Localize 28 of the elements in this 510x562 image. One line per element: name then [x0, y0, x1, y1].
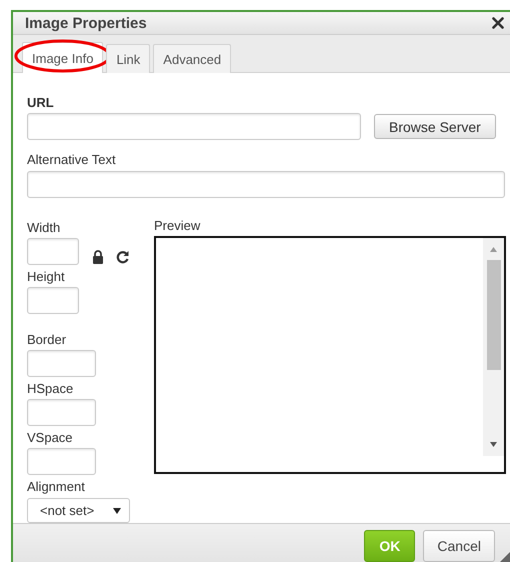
tab[interactable]: Advanced — [153, 44, 232, 73]
dialog-title: Image Properties — [25, 14, 147, 32]
spacing-field[interactable] — [27, 399, 96, 426]
close-icon[interactable] — [492, 17, 504, 29]
tab[interactable]: Link — [106, 44, 150, 73]
spacing-field[interactable] — [27, 448, 96, 475]
size-field[interactable] — [27, 287, 79, 314]
field-label: Alignment — [27, 479, 86, 495]
caret-icon — [113, 508, 121, 514]
scrollbar-drawing[interactable] — [483, 238, 504, 472]
url-field[interactable] — [27, 113, 361, 140]
browse-server-button[interactable]: Browse Server — [374, 114, 496, 139]
spacing-field[interactable] — [27, 350, 96, 377]
field-label: VSpace — [27, 430, 74, 446]
field-label: Border — [27, 332, 68, 348]
lock-icon[interactable] — [92, 250, 104, 264]
field-label: Alternative Text — [27, 152, 117, 168]
cancel-button[interactable]: Cancel — [423, 530, 495, 562]
field-label: Width — [27, 220, 62, 236]
field-label: HSpace — [27, 381, 74, 397]
refresh-icon[interactable] — [116, 250, 129, 264]
resize-grip-icon[interactable] — [500, 552, 510, 562]
field-label: URL — [27, 95, 55, 111]
alt-text-field[interactable] — [27, 171, 505, 198]
field-label: Preview — [154, 218, 202, 234]
field-label: Height — [27, 269, 66, 285]
alignment-dropdown[interactable]: <not set> — [27, 498, 130, 523]
size-field[interactable] — [27, 238, 79, 265]
